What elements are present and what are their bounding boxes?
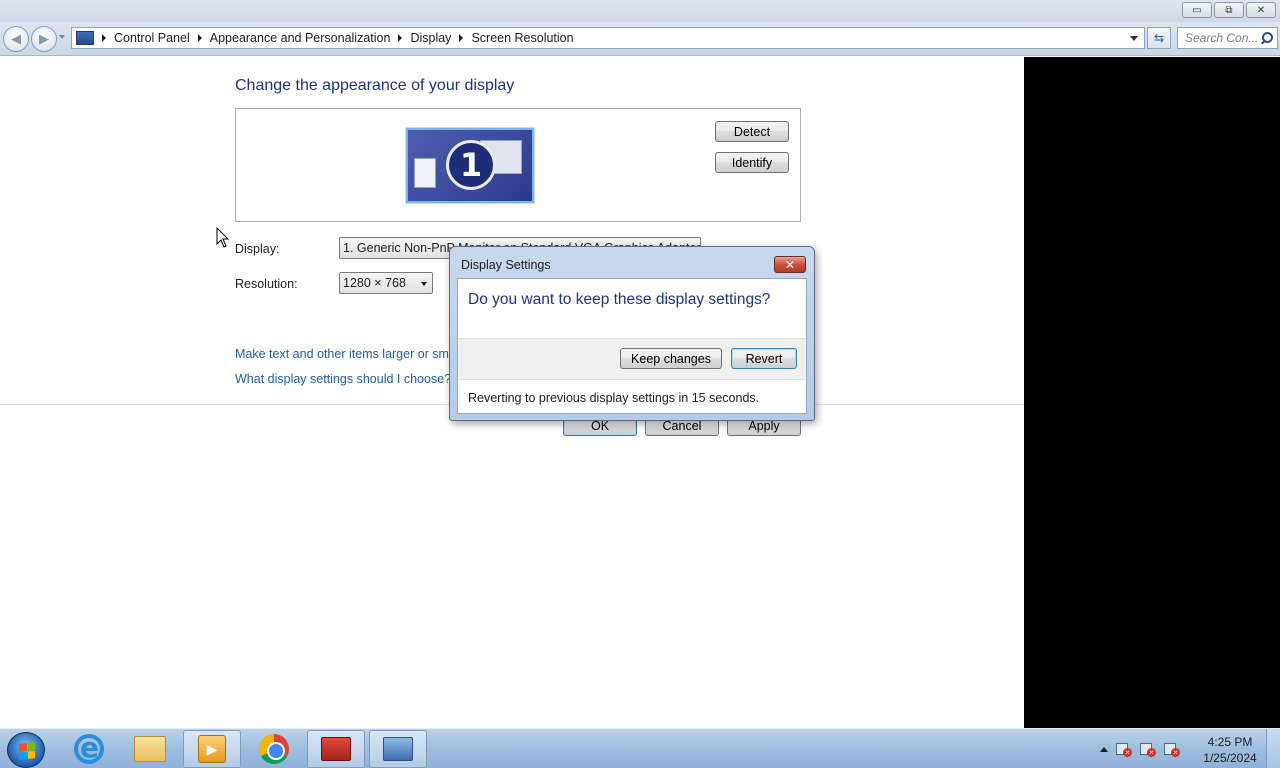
unused-screen-area (1024, 57, 1280, 728)
keep-changes-button[interactable]: Keep changes (620, 348, 722, 369)
refresh-button[interactable]: ⇆ (1147, 27, 1171, 49)
resolution-select[interactable]: 1280 × 768 (339, 272, 433, 294)
toolbox-icon (321, 737, 351, 761)
action-center-warning-icon[interactable]: ✕ (1116, 741, 1132, 757)
close-window-button[interactable]: ✕ (1246, 2, 1276, 18)
breadcrumb-separator-icon[interactable] (102, 34, 106, 42)
resolution-label: Resolution: (235, 277, 298, 291)
internet-explorer-icon (74, 731, 104, 764)
taskbar-display-settings[interactable] (369, 730, 427, 768)
address-dropdown-chevron-icon[interactable] (1130, 36, 1138, 41)
media-player-icon: ▶ (198, 735, 226, 763)
forward-button[interactable]: ▶ (31, 26, 57, 52)
chevron-down-icon (421, 282, 427, 286)
monitor-number-badge: 1 (446, 140, 496, 190)
forward-arrow-icon: ▶ (39, 31, 49, 46)
dialog-close-button[interactable]: ✕ (774, 256, 806, 273)
chrome-icon (259, 734, 289, 764)
search-icon[interactable] (1258, 30, 1274, 46)
breadcrumb-screen-resolution[interactable]: Screen Resolution (471, 31, 573, 45)
taskbar-windows-explorer[interactable] (121, 730, 179, 768)
resolution-select-value: 1280 × 768 (343, 276, 406, 290)
show-desktop-button[interactable] (1266, 729, 1280, 768)
recent-pages-chevron-icon[interactable] (59, 35, 65, 39)
identify-button[interactable]: Identify (715, 152, 789, 173)
windows-logo-icon (19, 742, 35, 760)
display-label: Display: (235, 242, 280, 256)
display-settings-help-link[interactable]: What display settings should I choose? (235, 372, 451, 386)
breadcrumb-separator-icon[interactable] (398, 34, 403, 42)
monitor-1-icon[interactable]: 1 (406, 128, 534, 203)
breadcrumb-separator-icon[interactable] (197, 34, 202, 42)
volume-muted-icon[interactable]: ✕ (1164, 741, 1180, 757)
revert-countdown-text: Reverting to previous display settings i… (468, 391, 760, 405)
monitor-arrangement-panel: 1 Detect Identify (235, 108, 801, 222)
display-settings-icon (383, 737, 413, 761)
larger-text-link[interactable]: Make text and other items larger or smal… (235, 347, 473, 361)
breadcrumb-control-panel[interactable]: Control Panel (114, 31, 190, 45)
system-clock[interactable]: 4:25 PM 1/25/2024 (1198, 734, 1262, 766)
revert-button[interactable]: Revert (731, 348, 797, 369)
display-settings-dialog: Display Settings ✕ Do you want to keep t… (449, 246, 815, 421)
taskbar-chrome[interactable] (245, 730, 303, 768)
refresh-icon: ⇆ (1153, 31, 1165, 45)
search-placeholder: Search Con... (1185, 31, 1258, 45)
restore-button[interactable]: ⧉ (1214, 2, 1244, 18)
back-arrow-icon: ◀ (11, 31, 21, 46)
breadcrumb-separator-icon[interactable] (459, 34, 464, 42)
taskbar: ▶ ✕ ✕ ✕ 4:25 PM 1/25/2024 (0, 728, 1280, 768)
clock-time: 4:25 PM (1207, 735, 1253, 749)
breadcrumb-display[interactable]: Display (410, 31, 451, 45)
window-controls: ▭ ⧉ ✕ (1182, 2, 1276, 18)
page-title: Change the appearance of your display (235, 77, 515, 94)
taskbar-toolbox[interactable] (307, 730, 365, 768)
show-hidden-icons-chevron-icon[interactable] (1100, 746, 1108, 752)
breadcrumb-appearance[interactable]: Appearance and Personalization (210, 31, 391, 45)
close-icon: ✕ (784, 257, 796, 272)
taskbar-media-player[interactable]: ▶ (183, 730, 241, 768)
control-panel-icon (76, 31, 94, 45)
search-input[interactable]: Search Con... (1177, 27, 1278, 49)
start-button[interactable] (7, 732, 45, 768)
address-field[interactable]: Control Panel Appearance and Personaliza… (71, 27, 1145, 49)
dialog-question: Do you want to keep these display settin… (468, 291, 771, 308)
dialog-button-row: Keep changes Revert (458, 338, 806, 380)
dialog-body: Do you want to keep these display settin… (457, 278, 807, 414)
detect-button[interactable]: Detect (715, 121, 789, 142)
address-bar: ◀ ▶ Control Panel Appearance and Persona… (0, 22, 1280, 56)
clock-date: 1/25/2024 (1203, 751, 1257, 765)
taskbar-internet-explorer[interactable] (60, 730, 118, 768)
title-bar: ▭ ⧉ ✕ (0, 0, 1280, 22)
back-button[interactable]: ◀ (3, 26, 29, 52)
minimize-button[interactable]: ▭ (1182, 2, 1212, 18)
notification-area: ✕ ✕ ✕ (1100, 729, 1180, 768)
dialog-title: Display Settings (461, 258, 551, 272)
folder-icon (134, 736, 166, 762)
monitor-window-graphic (414, 158, 436, 188)
mouse-cursor-icon (216, 227, 230, 248)
network-disconnected-icon[interactable]: ✕ (1140, 741, 1156, 757)
